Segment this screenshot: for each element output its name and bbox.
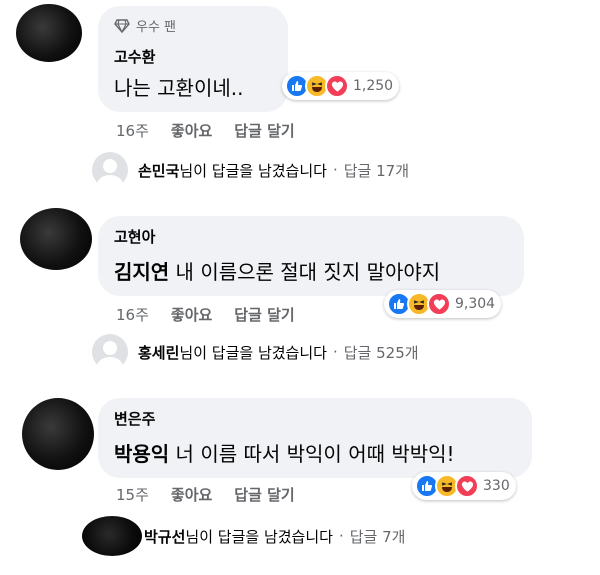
fan-badge[interactable]: 우수 팬 <box>114 16 176 35</box>
reply-author: 홍세린 <box>138 343 180 362</box>
reply-count: 답글 17개 <box>343 161 409 180</box>
reaction-count: 9,304 <box>455 296 496 312</box>
badge-label: 우수 팬 <box>136 20 177 35</box>
love-reaction-icon <box>325 74 349 98</box>
reaction-summary[interactable]: 1,250 <box>282 72 400 100</box>
separator-dot: · <box>332 343 338 361</box>
reply-summary[interactable]: 홍세린 님이 답글을 남겼습니다 · 답글 525개 <box>92 334 419 370</box>
comment-body: 내 이름으론 절대 짓지 말아야지 <box>169 260 441 284</box>
comment-text: 박용익 너 이름 따서 박익이 어때 박박익! <box>114 438 455 467</box>
avatar <box>92 334 128 370</box>
reply-count: 답글 525개 <box>343 343 419 362</box>
like-button[interactable]: 좋아요 <box>171 484 212 505</box>
avatar[interactable] <box>20 208 92 270</box>
comment-actions: 16주 좋아요 답글 달기 <box>116 120 317 141</box>
reply-author: 손민국 <box>138 161 180 180</box>
diamond-icon <box>114 18 130 33</box>
reply-text: 님이 답글을 남겼습니다 <box>179 343 327 362</box>
comment-time[interactable]: 15주 <box>116 484 149 505</box>
reply-text: 님이 답글을 남겼습니다 <box>179 161 327 180</box>
comment-body: 나는 고환이네.. <box>114 76 244 100</box>
avatar <box>92 152 128 188</box>
separator-dot: · <box>338 527 344 545</box>
reply-summary[interactable]: 손민국 님이 답글을 남겼습니다 · 답글 17개 <box>92 152 409 188</box>
comment-text: 나는 고환이네.. <box>114 72 243 101</box>
comment-actions: 15주 좋아요 답글 달기 <box>116 484 317 505</box>
reaction-summary[interactable]: 330 <box>412 472 516 500</box>
tagged-name[interactable]: 박용익 <box>114 442 169 466</box>
avatar[interactable] <box>22 398 94 470</box>
reply-text: 님이 답글을 남겼습니다 <box>185 527 333 546</box>
comment-actions: 16주 좋아요 답글 달기 <box>116 304 317 325</box>
comment-text: 김지연 내 이름으론 절대 짓지 말아야지 <box>114 256 440 285</box>
comment-time[interactable]: 16주 <box>116 304 149 325</box>
reply-button[interactable]: 답글 달기 <box>234 304 294 325</box>
reply-author: 박규선 <box>144 527 186 546</box>
reply-button[interactable]: 답글 달기 <box>234 484 294 505</box>
reaction-count: 330 <box>483 478 510 494</box>
avatar <box>82 516 142 556</box>
comment-author[interactable]: 고현아 <box>114 226 155 247</box>
love-reaction-icon <box>455 474 479 498</box>
comment-body: 너 이름 따서 박익이 어때 박박익! <box>169 442 455 466</box>
tagged-name[interactable]: 김지연 <box>114 260 169 284</box>
reply-summary[interactable]: 박규선 님이 답글을 남겼습니다 · 답글 7개 <box>82 516 405 556</box>
reply-button[interactable]: 답글 달기 <box>234 120 294 141</box>
comment-author[interactable]: 고수환 <box>114 46 155 67</box>
like-button[interactable]: 좋아요 <box>171 304 212 325</box>
like-button[interactable]: 좋아요 <box>171 120 212 141</box>
comment-author[interactable]: 변은주 <box>114 408 155 429</box>
comment-time[interactable]: 16주 <box>116 120 149 141</box>
reaction-summary[interactable]: 9,304 <box>384 290 502 318</box>
avatar[interactable] <box>16 4 82 62</box>
love-reaction-icon <box>427 292 451 316</box>
separator-dot: · <box>332 161 338 179</box>
reply-count: 답글 7개 <box>349 527 406 546</box>
reaction-count: 1,250 <box>353 78 394 94</box>
